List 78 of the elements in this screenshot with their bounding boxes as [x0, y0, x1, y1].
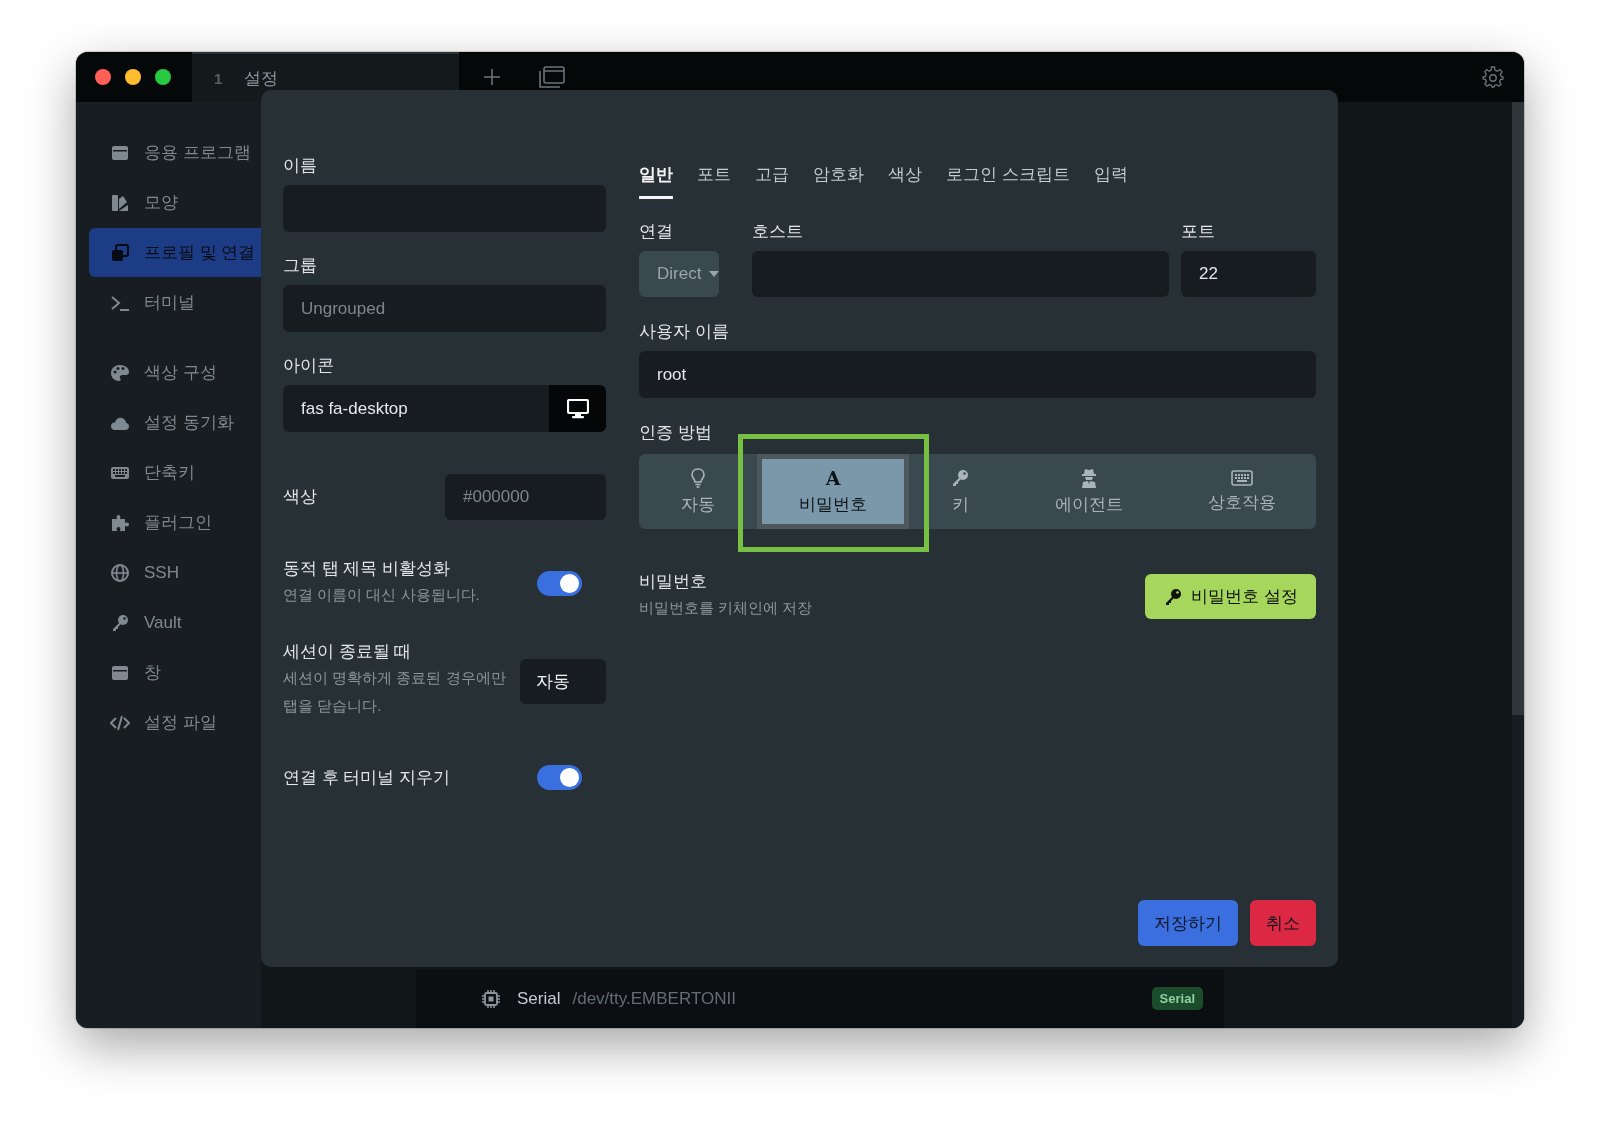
sidebar-item[interactable]: Vault	[89, 598, 261, 647]
maximize-window-button[interactable]	[155, 69, 171, 85]
session-end-select[interactable]: 자동	[520, 659, 606, 704]
setting-description: 비밀번호를 키체인에 저장	[639, 598, 813, 618]
sidebar-item[interactable]: 응용 프로그램	[89, 128, 261, 177]
field-label: 그룹	[283, 255, 318, 277]
key-icon	[950, 467, 970, 488]
auth-option[interactable]: 키	[909, 454, 1011, 529]
copy-icon	[110, 242, 130, 263]
auth-option[interactable]: 자동	[639, 454, 757, 529]
connection-type: Serial	[517, 988, 561, 1009]
sidebar-item[interactable]: 설정 동기화	[89, 398, 261, 447]
lightbulb-icon	[691, 467, 705, 488]
scrollbar[interactable]	[1512, 102, 1524, 1028]
sidebar-item[interactable]: 터미널	[89, 278, 261, 327]
agent-icon	[1080, 467, 1098, 488]
setting-title: 동적 탭 제목 비활성화	[283, 558, 452, 580]
field-label: 아이콘	[283, 355, 335, 377]
settings-tab[interactable]: 포트	[697, 162, 731, 199]
close-window-button[interactable]	[95, 69, 111, 85]
caret-icon	[709, 271, 720, 277]
save-button[interactable]: 저장하기	[1138, 900, 1238, 946]
settings-tab[interactable]: 입력	[1093, 162, 1128, 199]
keyboard-icon	[1230, 469, 1253, 486]
settings-tab[interactable]: 색상	[888, 162, 922, 199]
settings-tab[interactable]: 일반	[639, 162, 673, 199]
field-label: 호스트	[752, 221, 804, 243]
auth-option[interactable]: 에이전트	[1011, 454, 1167, 529]
cancel-button[interactable]: 취소	[1250, 900, 1316, 946]
sidebar-item[interactable]: 모양	[89, 178, 261, 227]
username-field[interactable]: root	[639, 351, 1316, 398]
sidebar-item[interactable]: 창	[89, 648, 261, 697]
setting-description: 연결 이름이 대신 사용됩니다.	[283, 585, 481, 605]
windows-icon[interactable]	[539, 66, 565, 88]
setting-description: 세션이 명확하게 종료된 경우에만 탭을 닫습니다.	[283, 668, 507, 716]
key-icon	[110, 612, 130, 633]
field-label: 연결	[639, 221, 674, 243]
setting-title: 세션이 종료될 때	[283, 641, 413, 663]
palette-icon	[110, 362, 130, 383]
swatch-icon	[110, 192, 130, 213]
group-field[interactable]: Ungrouped	[283, 285, 606, 332]
plus-icon[interactable]	[483, 68, 501, 86]
sidebar-item[interactable]: 플러그인	[89, 498, 261, 547]
settings-tab[interactable]: 로그인 스크립트	[946, 162, 1070, 199]
sidebar-item[interactable]: 단축키	[89, 448, 261, 497]
chip-icon	[481, 988, 501, 1009]
toggle-switch[interactable]	[537, 765, 582, 790]
icon-field[interactable]: fas fa-desktop	[283, 385, 549, 432]
minimize-window-button[interactable]	[125, 69, 141, 85]
settings-tab[interactable]: 암호화	[813, 162, 864, 199]
puzzle-icon	[110, 512, 130, 533]
field-label: 이름	[283, 155, 318, 177]
sidebar-item[interactable]: 색상 구성	[89, 348, 261, 397]
auth-option[interactable]: 상호작용	[1167, 454, 1316, 529]
field-label: 사용자 이름	[639, 321, 730, 343]
field-label: 포트	[1181, 221, 1216, 243]
type-badge: Serial	[1151, 987, 1203, 1010]
port-field[interactable]: 22	[1181, 251, 1316, 297]
toggle-switch[interactable]	[537, 570, 582, 596]
device-path: /dev/tty.EMBERTONII	[572, 988, 736, 1009]
color-field[interactable]: #000000	[445, 474, 606, 520]
set-password-button[interactable]: 비밀번호 설정	[1145, 574, 1316, 619]
setting-title: 비밀번호	[639, 571, 708, 593]
settings-icon[interactable]	[1482, 66, 1504, 88]
sidebar-item[interactable]: SSH	[89, 548, 261, 597]
globe-icon	[110, 562, 130, 583]
settings-tab[interactable]: 고급	[755, 162, 789, 199]
sidebar-item[interactable]: 설정 파일	[89, 698, 261, 747]
font-icon: A	[825, 467, 841, 488]
field-label: 인증 방법	[639, 422, 713, 444]
icon-picker-button[interactable]	[549, 385, 606, 432]
monitor-icon	[566, 398, 589, 419]
auth-option[interactable]: A 비밀번호	[757, 454, 909, 529]
connection-row[interactable]: Serial /dev/tty.EMBERTONII Serial	[416, 969, 1224, 1028]
key-icon	[1163, 586, 1184, 607]
setting-title: 연결 후 터미널 지우기	[283, 766, 452, 789]
field-label: 색상	[283, 486, 318, 508]
connection-select[interactable]: Direct	[639, 251, 720, 297]
